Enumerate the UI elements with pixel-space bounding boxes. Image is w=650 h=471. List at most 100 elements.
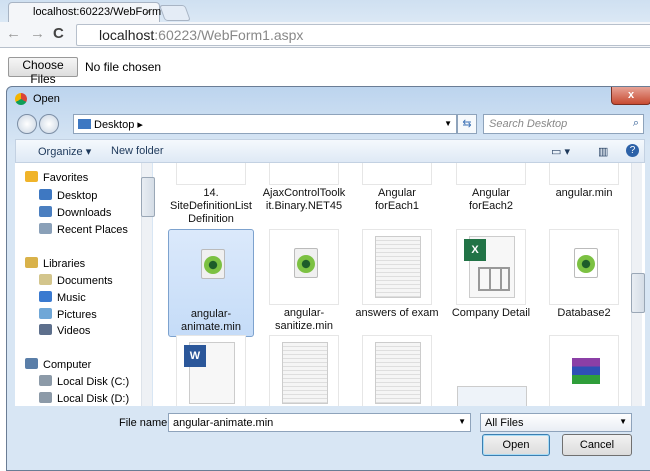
browser-toolbar: ← → C localhost:60223/WebForm1.aspx — [0, 22, 650, 48]
new-tab-button[interactable] — [159, 5, 191, 21]
file-item[interactable]: angular.min — [541, 163, 627, 202]
nav-item-videos[interactable]: Videos — [39, 324, 90, 337]
nav-item-label: Downloads — [57, 207, 112, 219]
file-name: angular.min — [555, 187, 613, 199]
folder-icon — [39, 392, 52, 403]
file-name: Angular forEach2 — [468, 187, 514, 212]
forward-button[interactable] — [39, 114, 59, 134]
chrome-icon — [15, 93, 27, 105]
folder-icon — [39, 223, 52, 234]
nav-item-label: Libraries — [43, 258, 86, 270]
open-button[interactable]: Open — [482, 434, 550, 456]
tab-title: localhost:60223/WebForm — [33, 6, 162, 18]
organize-menu[interactable]: Organize ▾ — [38, 145, 91, 158]
file-type-select[interactable]: All Files ▼ — [480, 413, 632, 432]
forward-icon[interactable]: → — [30, 25, 45, 42]
database-file-icon — [574, 248, 598, 278]
file-item[interactable]: Angular forEach2 — [448, 163, 534, 215]
file-item[interactable]: answers of exam — [354, 229, 440, 322]
file-item[interactable]: AjaxControlToolkit.Binary.NET45 — [261, 163, 347, 215]
dialog-toolbar: Organize ▾ New folder ▭ ▾ ▥ ? — [15, 139, 645, 163]
file-item[interactable]: Database2 — [541, 229, 627, 322]
file-thumbnail — [549, 229, 619, 305]
nav-scrollbar[interactable] — [141, 163, 155, 406]
file-item[interactable] — [354, 335, 440, 406]
file-item[interactable]: angular-animate.min — [168, 229, 254, 337]
screenshot-file-icon — [456, 335, 527, 406]
address-bar[interactable]: localhost:60223/WebForm1.aspx — [76, 24, 650, 46]
url-host: localhost — [99, 27, 155, 43]
tab-bar: localhost:60223/WebForm × — [0, 0, 650, 23]
url-path: :60223/WebForm1.aspx — [154, 27, 304, 43]
view-options-icon[interactable]: ▭ ▾ — [551, 145, 570, 158]
location-text: Desktop — [94, 119, 135, 131]
chevron-down-icon: ▼ — [619, 417, 627, 426]
file-item[interactable]: X Company Detail — [448, 229, 534, 322]
browser-tab[interactable]: localhost:60223/WebForm × — [8, 2, 162, 23]
file-scrollbar[interactable] — [631, 163, 645, 406]
search-placeholder: Search Desktop — [489, 118, 568, 130]
nav-item-documents[interactable]: Documents — [39, 274, 113, 287]
nav-item-downloads[interactable]: Downloads — [39, 206, 111, 219]
file-name-value: angular-animate.min — [173, 417, 274, 429]
back-icon[interactable]: ← — [6, 25, 21, 42]
back-button[interactable] — [17, 114, 37, 134]
archive-file-icon — [549, 335, 619, 406]
folder-icon — [39, 308, 52, 319]
search-input[interactable]: Search Desktop ⌕ — [483, 114, 644, 134]
nav-item-label: Documents — [57, 275, 113, 287]
file-thumbnail — [269, 163, 339, 185]
help-icon[interactable]: ? — [626, 144, 639, 157]
word-file-icon: W — [176, 335, 246, 406]
file-name-label: File name: — [119, 417, 171, 429]
nav-item-favorites[interactable]: Favorites — [25, 171, 88, 184]
file-name: Company Detail — [451, 307, 531, 319]
folder-icon — [39, 206, 52, 217]
file-name: Angular forEach1 — [374, 187, 420, 212]
excel-file-icon: X — [464, 236, 515, 298]
file-status: No file chosen — [85, 60, 162, 74]
file-item[interactable] — [541, 335, 627, 406]
new-folder-button[interactable]: New folder — [111, 145, 164, 157]
file-item[interactable]: W — [168, 335, 254, 406]
open-dialog: Open x Desktop ▸ ▼ ⇆ Search Desktop ⌕ Orga… — [6, 86, 650, 471]
close-button[interactable]: x — [611, 87, 650, 105]
nav-item-local-disk-d[interactable]: Local Disk (D:) — [39, 392, 129, 405]
file-name: Database2 — [557, 307, 611, 319]
nav-item-label: Desktop — [57, 190, 98, 202]
folder-icon — [25, 257, 38, 268]
file-item[interactable] — [448, 335, 534, 406]
close-tab-icon[interactable]: × — [145, 6, 151, 18]
text-file-icon — [269, 335, 339, 406]
folder-icon — [39, 274, 52, 285]
file-item[interactable]: angular-sanitize.min — [261, 229, 347, 335]
nav-item-local-disk-c[interactable]: Local Disk (C:) — [39, 375, 129, 388]
chevron-down-icon[interactable]: ▼ — [444, 119, 452, 128]
file-list: 14. SiteDefinitionList Definition AjaxCon… — [153, 163, 645, 406]
chevron-down-icon[interactable]: ▼ — [458, 417, 466, 426]
nav-item-computer[interactable]: Computer — [25, 358, 91, 371]
choose-files-button[interactable]: Choose Files — [8, 57, 78, 86]
refresh-button[interactable]: ⇆ — [457, 114, 477, 134]
file-name: AjaxControlToolkit.Binary.NET45 — [262, 187, 346, 212]
file-name: angular-sanitize.min — [274, 307, 334, 332]
cancel-button[interactable]: Cancel — [562, 434, 632, 456]
file-item[interactable]: Angular forEach1 — [354, 163, 440, 215]
location-bar[interactable]: Desktop ▸ ▼ — [73, 114, 457, 134]
reload-icon[interactable]: C — [53, 25, 64, 42]
dreamweaver-file-icon — [294, 248, 318, 278]
folder-icon — [39, 324, 52, 335]
nav-item-desktop[interactable]: Desktop — [39, 189, 97, 202]
nav-item-recent-places[interactable]: Recent Places — [39, 223, 128, 236]
nav-item-music[interactable]: Music — [39, 291, 86, 304]
file-item[interactable] — [261, 335, 347, 406]
text-file-icon — [362, 335, 432, 406]
nav-item-label: Pictures — [57, 309, 97, 321]
nav-item-label: Favorites — [43, 172, 89, 184]
navigation-pane: Favorites Desktop Downloads Recent Places Li… — [15, 163, 152, 406]
file-name-input[interactable]: angular-animate.min ▼ — [168, 413, 471, 432]
nav-item-pictures[interactable]: Pictures — [39, 308, 97, 321]
preview-pane-icon[interactable]: ▥ — [598, 145, 608, 158]
file-item[interactable]: 14. SiteDefinitionList Definition — [168, 163, 254, 228]
nav-item-libraries[interactable]: Libraries — [25, 257, 85, 270]
